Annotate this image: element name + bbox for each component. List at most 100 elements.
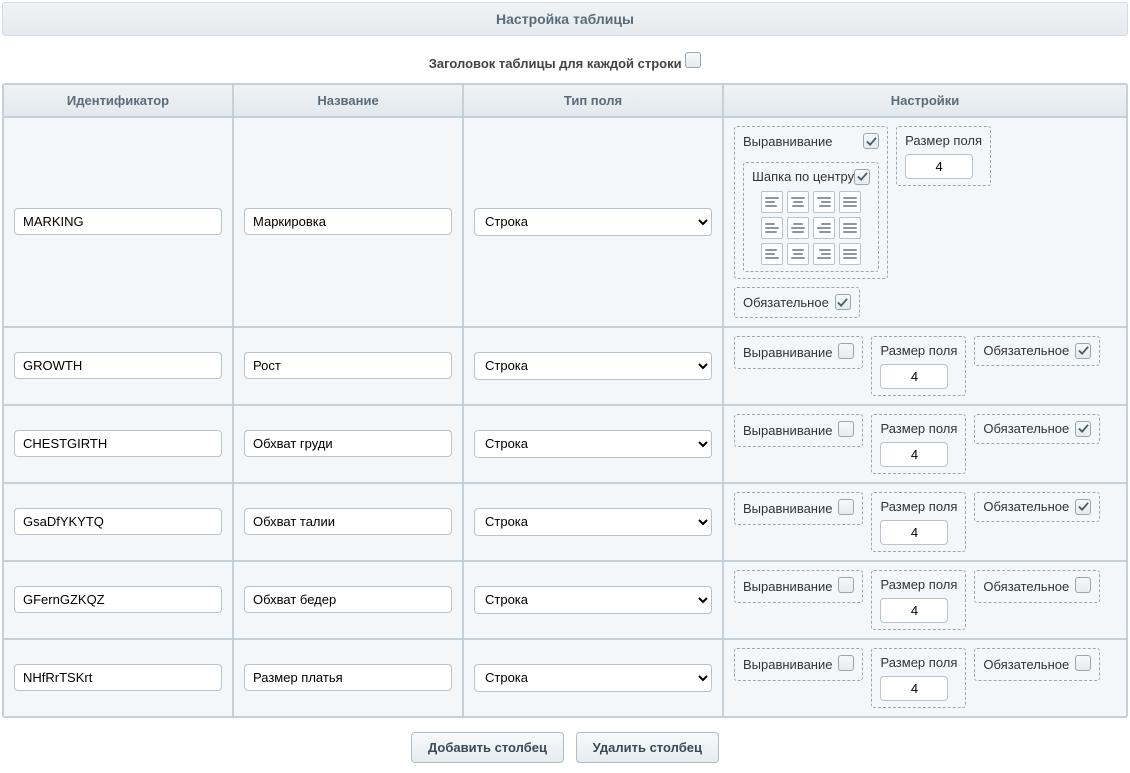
col-header-settings: Настройки bbox=[723, 84, 1127, 117]
field-size-input[interactable] bbox=[880, 364, 948, 389]
field-size-input[interactable] bbox=[880, 598, 948, 623]
add-column-button[interactable]: Добавить столбец bbox=[411, 732, 564, 763]
name-input[interactable] bbox=[244, 508, 452, 535]
subheader-checkbox[interactable] bbox=[685, 52, 701, 68]
align-option-5[interactable] bbox=[787, 217, 809, 239]
id-input[interactable] bbox=[14, 664, 222, 691]
field-size-input[interactable] bbox=[905, 154, 973, 179]
table-row: Строка Выравнивание Размер поля Обязательно… bbox=[3, 483, 1127, 561]
page-title: Настройка таблицы bbox=[2, 2, 1128, 36]
type-select[interactable]: Строка bbox=[474, 430, 712, 458]
field-size-group: Размер поля bbox=[871, 336, 966, 396]
align-option-4[interactable] bbox=[761, 217, 783, 239]
id-input[interactable] bbox=[14, 586, 222, 613]
table-row: Строка Выравнивание Шапка по центру Размер … bbox=[3, 117, 1127, 327]
field-size-input[interactable] bbox=[880, 676, 948, 701]
align-option-1[interactable] bbox=[787, 191, 809, 213]
alignment-label: Выравнивание bbox=[743, 345, 832, 360]
required-group: Обязательное bbox=[974, 648, 1100, 681]
type-select[interactable]: Строка bbox=[474, 352, 712, 380]
field-size-group: Размер поля bbox=[871, 570, 966, 630]
col-header-name: Название bbox=[233, 84, 463, 117]
type-select[interactable]: Строка bbox=[474, 208, 712, 236]
required-checkbox bbox=[1075, 421, 1091, 438]
id-input[interactable] bbox=[14, 430, 222, 457]
required-group: Обязательное bbox=[734, 287, 860, 318]
field-size-input[interactable] bbox=[880, 520, 948, 545]
required-checkbox bbox=[1075, 343, 1091, 360]
name-input[interactable] bbox=[244, 664, 452, 691]
alignment-group: Выравнивание bbox=[734, 648, 863, 681]
align-option-11[interactable] bbox=[839, 243, 861, 265]
alignment-group: Выравнивание bbox=[734, 570, 863, 603]
alignment-label: Выравнивание bbox=[743, 657, 832, 672]
name-input[interactable] bbox=[244, 586, 452, 613]
name-input[interactable] bbox=[244, 208, 452, 235]
alignment-group: Выравнивание Шапка по центру bbox=[734, 126, 888, 279]
align-option-7[interactable] bbox=[839, 217, 861, 239]
align-option-6[interactable] bbox=[813, 217, 835, 239]
required-group: Обязательное bbox=[974, 414, 1100, 445]
footer-buttons: Добавить столбец Удалить столбец bbox=[2, 718, 1128, 771]
required-label: Обязательное bbox=[983, 657, 1069, 672]
alignment-label: Выравнивание bbox=[743, 423, 832, 438]
col-header-type: Тип поля bbox=[463, 84, 723, 117]
required-label: Обязательное bbox=[983, 499, 1069, 514]
align-option-8[interactable] bbox=[761, 243, 783, 265]
type-select[interactable]: Строка bbox=[474, 664, 712, 692]
align-option-10[interactable] bbox=[813, 243, 835, 265]
header-center-checkbox bbox=[854, 169, 870, 186]
field-size-label: Размер поля bbox=[880, 421, 957, 436]
alignment-label: Выравнивание bbox=[743, 134, 832, 149]
table-row: Строка Выравнивание Размер поля Обязательно… bbox=[3, 327, 1127, 405]
required-label: Обязательное bbox=[983, 579, 1069, 594]
required-group: Обязательное bbox=[974, 570, 1100, 603]
subheader-label: Заголовок таблицы для каждой строки bbox=[429, 56, 682, 71]
type-select[interactable]: Строка bbox=[474, 586, 712, 614]
id-input[interactable] bbox=[14, 352, 222, 379]
delete-column-button[interactable]: Удалить столбец bbox=[576, 732, 719, 763]
alignment-label: Выравнивание bbox=[743, 579, 832, 594]
config-table: Идентификатор Название Тип поля Настройк… bbox=[2, 83, 1128, 718]
alignment-checkbox bbox=[838, 343, 854, 362]
field-size-group: Размер поля bbox=[871, 414, 966, 474]
align-option-0[interactable] bbox=[761, 191, 783, 213]
alignment-group: Выравнивание bbox=[734, 336, 863, 369]
align-option-2[interactable] bbox=[813, 191, 835, 213]
type-select[interactable]: Строка bbox=[474, 508, 712, 536]
alignment-checkbox bbox=[863, 133, 879, 150]
alignment-checkbox bbox=[838, 577, 854, 596]
alignment-checkbox bbox=[838, 421, 854, 440]
align-option-9[interactable] bbox=[787, 243, 809, 265]
field-size-group: Размер поля bbox=[896, 126, 991, 186]
field-size-group: Размер поля bbox=[871, 492, 966, 552]
table-row: Строка Выравнивание Размер поля Обязательно… bbox=[3, 561, 1127, 639]
required-checkbox bbox=[835, 294, 851, 311]
alignment-checkbox bbox=[838, 655, 854, 674]
align-option-3[interactable] bbox=[839, 191, 861, 213]
required-label: Обязательное bbox=[983, 421, 1069, 436]
field-size-input[interactable] bbox=[880, 442, 948, 467]
alignment-group: Выравнивание bbox=[734, 492, 863, 525]
required-group: Обязательное bbox=[974, 492, 1100, 523]
field-size-label: Размер поля bbox=[905, 133, 982, 148]
required-checkbox bbox=[1075, 655, 1091, 674]
field-size-label: Размер поля bbox=[880, 655, 957, 670]
id-input[interactable] bbox=[14, 508, 222, 535]
alignment-checkbox bbox=[838, 499, 854, 518]
name-input[interactable] bbox=[244, 430, 452, 457]
header-center-label: Шапка по центру bbox=[752, 169, 854, 184]
alignment-subpanel: Шапка по центру bbox=[743, 162, 879, 273]
table-row: Строка Выравнивание Размер поля Обязательно… bbox=[3, 639, 1127, 717]
id-input[interactable] bbox=[14, 208, 222, 235]
field-size-label: Размер поля bbox=[880, 343, 957, 358]
table-row: Строка Выравнивание Размер поля Обязательно… bbox=[3, 405, 1127, 483]
required-label: Обязательное bbox=[743, 295, 829, 310]
required-label: Обязательное bbox=[983, 343, 1069, 358]
name-input[interactable] bbox=[244, 352, 452, 379]
required-checkbox bbox=[1075, 577, 1091, 596]
required-group: Обязательное bbox=[974, 336, 1100, 367]
alignment-group: Выравнивание bbox=[734, 414, 863, 447]
alignment-label: Выравнивание bbox=[743, 501, 832, 516]
field-size-label: Размер поля bbox=[880, 499, 957, 514]
